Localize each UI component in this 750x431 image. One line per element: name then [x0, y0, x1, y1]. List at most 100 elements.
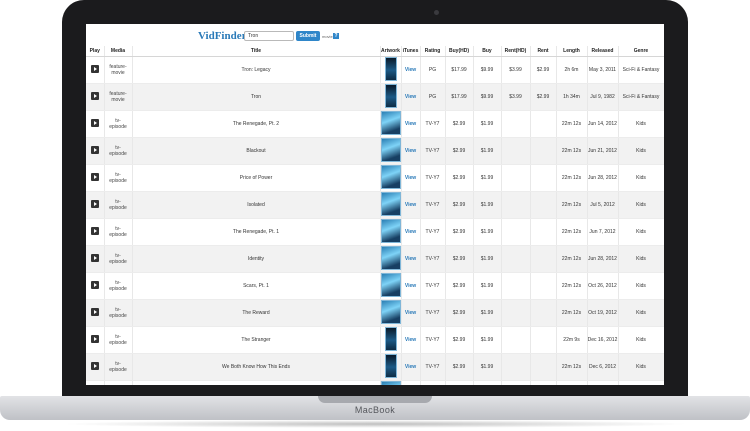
rent-hd-cell — [501, 218, 531, 246]
play-icon[interactable] — [90, 362, 99, 370]
buy-hd-cell: $2.99 — [445, 137, 474, 165]
genre-cell: Kids — [618, 137, 664, 165]
view-link[interactable]: View — [405, 175, 416, 181]
artwork-cell — [380, 191, 402, 219]
title-cell: The Stranger — [132, 326, 381, 354]
media-cell: tv-episode — [104, 326, 133, 354]
buy-cell: $1.99 — [473, 272, 502, 300]
play-icon[interactable] — [90, 308, 99, 316]
results-table: Play Media Title Artwork iTunes Rating Buy(HD)… — [86, 46, 664, 385]
view-link[interactable]: View — [405, 310, 416, 316]
genre-cell: Kids — [618, 164, 664, 192]
artwork-image — [384, 354, 397, 378]
column-header[interactable]: Media — [104, 46, 133, 57]
column-header[interactable]: iTunes — [401, 46, 421, 57]
play-icon[interactable] — [90, 146, 99, 154]
rent-hd-cell — [501, 191, 531, 219]
view-link[interactable]: View — [405, 94, 416, 100]
title-cell: Tron: Legacy — [132, 56, 381, 84]
view-link[interactable]: View — [405, 121, 416, 127]
rent-cell — [530, 164, 557, 192]
table-row[interactable]: feature-movie Tron View PG $17.99 $9.99 $3.99 $… — [86, 83, 664, 111]
table-row[interactable]: tv-episode Scars, Pt. 1 View TV-Y7 $2.99 $1.9… — [86, 272, 664, 300]
view-link[interactable]: View — [405, 202, 416, 208]
released-cell: Nov 2, 2012 — [587, 380, 619, 385]
length-cell: 22m 12s — [556, 380, 588, 385]
view-link[interactable]: View — [405, 256, 416, 262]
released-cell: Jun 21, 2012 — [587, 137, 619, 165]
column-header[interactable]: Genre — [618, 46, 664, 57]
play-icon[interactable] — [90, 335, 99, 343]
camera-icon — [434, 10, 439, 15]
rating-cell: PG — [420, 83, 446, 111]
artwork-image — [384, 327, 397, 351]
artwork-cell — [380, 353, 402, 381]
table-row[interactable]: tv-episode The Stranger View TV-Y7 $2.99 $1.9… — [86, 326, 664, 354]
play-icon[interactable] — [90, 92, 99, 100]
play-cell — [86, 299, 105, 327]
buy-cell: $1.99 — [473, 164, 502, 192]
play-icon[interactable] — [90, 119, 99, 127]
column-header[interactable]: Released — [587, 46, 619, 57]
view-link[interactable]: View — [405, 337, 416, 343]
play-icon[interactable] — [90, 281, 99, 289]
media-filter-label[interactable]: movie — [322, 34, 333, 39]
view-link[interactable]: View — [405, 67, 416, 73]
column-header[interactable]: Rent — [530, 46, 557, 57]
help-icon[interactable]: ? — [333, 33, 339, 39]
play-icon[interactable] — [90, 227, 99, 235]
table-row[interactable]: tv-episode Blackout View TV-Y7 $2.99 $1.99 22m… — [86, 137, 664, 165]
column-header[interactable]: Title — [132, 46, 381, 57]
view-link[interactable]: View — [405, 229, 416, 235]
title-cell: Scars, Pt. 1 — [132, 272, 381, 300]
media-cell: feature-movie — [104, 56, 133, 84]
length-cell: 22m 12s — [556, 164, 588, 192]
genre-cell: Sci-Fi & Fantasy — [618, 83, 664, 111]
artwork-cell — [380, 83, 402, 111]
play-icon[interactable] — [90, 254, 99, 262]
table-row[interactable]: tv-episode The Renegade, Pt. 1 View TV-Y7 $2… — [86, 218, 664, 246]
buy-hd-cell: $2.99 — [445, 164, 474, 192]
column-header[interactable]: Artwork — [380, 46, 402, 57]
column-header[interactable]: Rent(HD) — [501, 46, 531, 57]
released-cell: Jun 28, 2012 — [587, 164, 619, 192]
play-cell — [86, 353, 105, 381]
column-header[interactable]: Length — [556, 46, 588, 57]
rating-cell: TV-Y7 — [420, 218, 446, 246]
genre-cell: Kids — [618, 245, 664, 273]
play-icon[interactable] — [90, 65, 99, 73]
play-icon[interactable] — [90, 200, 99, 208]
table-row[interactable]: tv-episodeScars, Pt. 2 ViewTV-Y7$2.99$1.9… — [86, 380, 664, 385]
table-row[interactable]: tv-episode The Renegade, Pt. 2 View TV-Y7 $2… — [86, 110, 664, 138]
play-icon[interactable] — [90, 173, 99, 181]
column-header[interactable]: Play — [86, 46, 105, 57]
artwork-cell — [380, 218, 402, 246]
table-row[interactable]: tv-episode Price of Power View TV-Y7 $2.99 $1… — [86, 164, 664, 192]
view-link[interactable]: View — [405, 283, 416, 289]
rent-cell — [530, 191, 557, 219]
artwork-image — [384, 84, 397, 108]
column-header[interactable]: Rating — [420, 46, 446, 57]
table-row[interactable]: tv-episode The Reward View TV-Y7 $2.99 $1.99 2… — [86, 299, 664, 327]
released-cell: Jun 28, 2012 — [587, 245, 619, 273]
buy-cell: $1.99 — [473, 218, 502, 246]
column-header[interactable]: Buy(HD) — [445, 46, 474, 57]
table-row[interactable]: tv-episode Identity View TV-Y7 $2.99 $1.99 22m… — [86, 245, 664, 273]
table-row[interactable]: tv-episode Isolated View TV-Y7 $2.99 $1.99 22m… — [86, 191, 664, 219]
media-type-2: movie — [111, 70, 125, 76]
table-row[interactable]: feature-movie Tron: Legacy View PG $17.99 $9.… — [86, 56, 664, 84]
media-type-2: episode — [109, 151, 127, 157]
rent-hd-cell — [501, 326, 531, 354]
view-link[interactable]: View — [405, 148, 416, 154]
submit-button[interactable]: Submit — [296, 31, 320, 41]
rent-cell — [530, 326, 557, 354]
view-link[interactable]: View — [405, 364, 416, 370]
column-header[interactable]: Buy — [473, 46, 502, 57]
search-input[interactable] — [244, 31, 294, 41]
rating-cell: TV-Y7 — [420, 299, 446, 327]
media-cell: feature-movie — [104, 83, 133, 111]
genre-cell: Sci-Fi & Fantasy — [618, 56, 664, 84]
table-row[interactable]: tv-episode We Both Know How This Ends View… — [86, 353, 664, 381]
buy-cell: $9.99 — [473, 56, 502, 84]
length-cell: 22m 12s — [556, 137, 588, 165]
